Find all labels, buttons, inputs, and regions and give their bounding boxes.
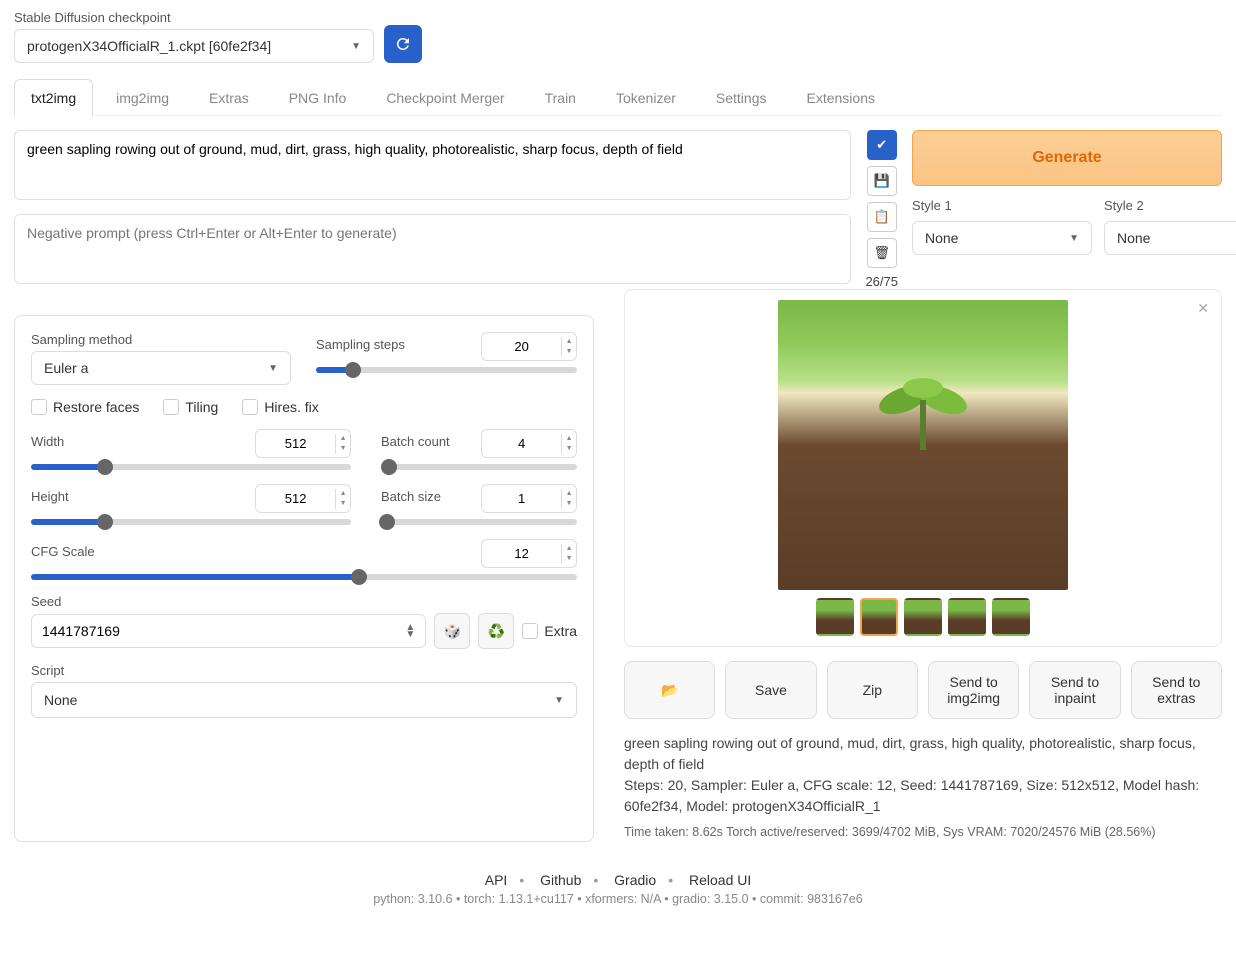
info-prompt: green sapling rowing out of ground, mud,… (624, 733, 1222, 775)
sapling-illustration (863, 370, 983, 450)
height-label: Height (31, 489, 69, 504)
tab-extras[interactable]: Extras (192, 79, 266, 116)
main-tabs: txt2img img2img Extras PNG Info Checkpoi… (14, 79, 1222, 116)
save-icon: 💾 (874, 173, 890, 189)
chevron-down-icon: ▼ (351, 41, 361, 52)
sampling-method-label: Sampling method (31, 332, 292, 347)
tab-train[interactable]: Train (528, 79, 593, 116)
checkpoint-select[interactable]: protogenX34OfficialR_1.ckpt [60fe2f34] ▼ (14, 29, 374, 63)
tab-settings[interactable]: Settings (699, 79, 784, 116)
seed-input[interactable]: ▲▼ (31, 614, 426, 648)
refresh-checkpoints-button[interactable] (384, 25, 422, 63)
thumbnail-3[interactable] (948, 598, 986, 636)
seed-label: Seed (31, 594, 577, 609)
width-input[interactable]: ▲▼ (255, 429, 351, 458)
dice-icon: 🎲 (444, 623, 461, 640)
close-icon: ✕ (1197, 300, 1209, 316)
tab-tokenizer[interactable]: Tokenizer (599, 79, 693, 116)
sampling-steps-input[interactable]: ▲▼ (481, 332, 577, 361)
refresh-icon (394, 35, 412, 53)
sampling-method-select[interactable]: Euler a▼ (31, 351, 291, 385)
send-to-inpaint-button[interactable]: Send to inpaint (1029, 661, 1120, 719)
random-seed-button[interactable]: 🎲 (434, 613, 470, 649)
batch-size-label: Batch size (381, 489, 441, 504)
footer: API• Github• Gradio• Reload UI python: 3… (14, 872, 1222, 906)
info-timing: Time taken: 8.62s Torch active/reserved:… (624, 823, 1222, 842)
checkpoint-label: Stable Diffusion checkpoint (14, 10, 374, 25)
generation-info: green sapling rowing out of ground, mud,… (624, 733, 1222, 842)
style1-label: Style 1 (912, 198, 1092, 213)
sampling-steps-label: Sampling steps (316, 337, 405, 352)
send-to-extras-button[interactable]: Send to extras (1131, 661, 1222, 719)
parameters-panel: Sampling method Euler a▼ Sampling steps … (14, 315, 594, 842)
batch-count-input[interactable]: ▲▼ (481, 429, 577, 458)
batch-size-slider[interactable] (381, 519, 577, 525)
prompt-input[interactable]: green sapling rowing out of ground, mud,… (14, 130, 851, 200)
generate-button[interactable]: Generate (912, 130, 1222, 186)
width-slider[interactable] (31, 464, 351, 470)
folder-icon: 📂 (661, 682, 678, 699)
height-slider[interactable] (31, 519, 351, 525)
paste-button[interactable]: 📋 (867, 202, 897, 232)
footer-gradio-link[interactable]: Gradio (614, 872, 656, 888)
clipboard-icon: 📋 (874, 209, 890, 225)
cfg-scale-input[interactable]: ▲▼ (481, 539, 577, 568)
tab-extensions[interactable]: Extensions (790, 79, 892, 116)
tab-pnginfo[interactable]: PNG Info (272, 79, 364, 116)
footer-api-link[interactable]: API (485, 872, 508, 888)
cfg-scale-slider[interactable] (31, 574, 577, 580)
tab-img2img[interactable]: img2img (99, 79, 186, 116)
reuse-seed-button[interactable]: ♻️ (478, 613, 514, 649)
tiling-checkbox[interactable]: Tiling (163, 399, 218, 415)
thumbnail-1[interactable] (860, 598, 898, 636)
footer-reload-link[interactable]: Reload UI (689, 872, 751, 888)
tab-txt2img[interactable]: txt2img (14, 79, 93, 116)
check-icon: ✔ (876, 137, 887, 153)
script-select[interactable]: None▼ (31, 682, 577, 718)
info-params: Steps: 20, Sampler: Euler a, CFG scale: … (624, 775, 1222, 817)
send-to-img2img-button[interactable]: Send to img2img (928, 661, 1019, 719)
close-gallery-button[interactable]: ✕ (1197, 300, 1209, 317)
footer-versions: python: 3.10.6 • torch: 1.13.1+cu117 • x… (14, 892, 1222, 906)
batch-size-input[interactable]: ▲▼ (481, 484, 577, 513)
thumbnail-4[interactable] (992, 598, 1030, 636)
trash-icon: 🗑 (873, 245, 890, 261)
restore-faces-checkbox[interactable]: Restore faces (31, 399, 139, 415)
chevron-down-icon: ▼ (554, 695, 564, 706)
thumbnail-2[interactable] (904, 598, 942, 636)
batch-count-slider[interactable] (381, 464, 577, 470)
output-gallery: ✕ (624, 289, 1222, 647)
checkpoint-value: protogenX34OfficialR_1.ckpt [60fe2f34] (27, 38, 271, 54)
style1-select[interactable]: None▼ (912, 221, 1092, 255)
cfg-scale-label: CFG Scale (31, 544, 95, 559)
negative-prompt-input[interactable] (14, 214, 851, 284)
footer-github-link[interactable]: Github (540, 872, 581, 888)
save-prompt-button[interactable]: 💾 (867, 166, 897, 196)
sampling-steps-slider[interactable] (316, 367, 577, 373)
tab-checkpoint-merger[interactable]: Checkpoint Merger (369, 79, 521, 116)
batch-count-label: Batch count (381, 434, 450, 449)
hires-fix-checkbox[interactable]: Hires. fix (242, 399, 318, 415)
chevron-down-icon: ▼ (1069, 233, 1079, 244)
zip-button[interactable]: Zip (827, 661, 918, 719)
extra-seed-checkbox[interactable]: Extra (522, 623, 577, 639)
save-button[interactable]: Save (725, 661, 816, 719)
token-counter: 26/75 (865, 274, 898, 289)
thumbnail-0[interactable] (816, 598, 854, 636)
interrogate-button[interactable]: ✔ (867, 130, 897, 160)
height-input[interactable]: ▲▼ (255, 484, 351, 513)
clear-prompt-button[interactable]: 🗑 (867, 238, 897, 268)
recycle-icon: ♻️ (488, 623, 505, 640)
open-folder-button[interactable]: 📂 (624, 661, 715, 719)
chevron-down-icon: ▼ (268, 363, 278, 374)
script-label: Script (31, 663, 577, 678)
style2-select[interactable]: None▼ (1104, 221, 1236, 255)
width-label: Width (31, 434, 64, 449)
style2-label: Style 2 (1104, 198, 1236, 213)
output-image[interactable] (778, 300, 1068, 590)
